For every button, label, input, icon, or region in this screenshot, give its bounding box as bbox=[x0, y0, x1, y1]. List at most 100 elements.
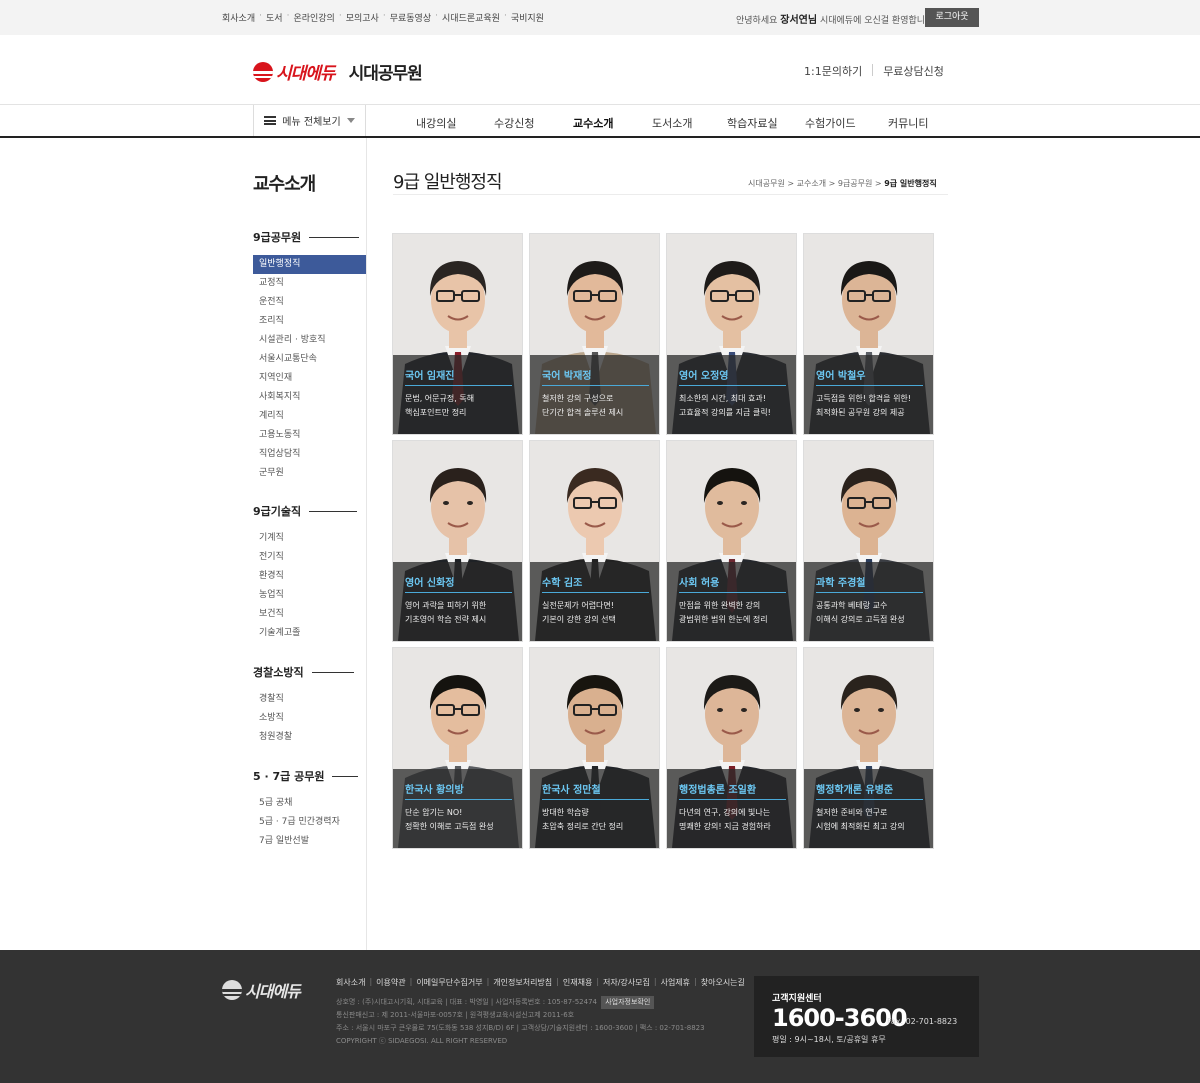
footer-logo-text: 시대에듀 bbox=[245, 982, 301, 1001]
sidebar-item[interactable]: 전기직 bbox=[253, 548, 366, 567]
sidebar-item[interactable]: 5급 공채 bbox=[253, 794, 366, 813]
utility-link[interactable]: 온라인강의 bbox=[293, 11, 334, 24]
professor-name[interactable]: 국어 임재진 bbox=[405, 367, 454, 382]
sidebar-group-line bbox=[311, 671, 354, 673]
footer-link[interactable]: 저자/강사모집 bbox=[603, 977, 650, 988]
footer-link[interactable]: 회사소개 bbox=[336, 977, 365, 988]
nav-course-registration[interactable]: 수강신청 bbox=[494, 115, 534, 131]
professor-name[interactable]: 과학 주경철 bbox=[816, 574, 865, 589]
professor-card[interactable]: 사회 허용 만점을 위한 완벽한 강의 광범위한 범위 한눈에 정리 bbox=[666, 440, 797, 642]
nav-books[interactable]: 도서소개 bbox=[652, 115, 692, 131]
sidebar-item[interactable]: 일반행정직 bbox=[253, 255, 366, 274]
nav-community[interactable]: 커뮤니티 bbox=[888, 115, 928, 131]
sidebar-item[interactable]: 경찰직 bbox=[253, 690, 366, 709]
sidebar-item[interactable]: 농업직 bbox=[253, 586, 366, 605]
utility-link[interactable]: 모의고사 bbox=[346, 11, 379, 24]
professor-card[interactable]: 한국사 정만철방대한 학습량 초압축 정리로 간단 정리 bbox=[529, 647, 660, 849]
utility-link[interactable]: 무료동영상 bbox=[390, 11, 431, 24]
professor-card[interactable]: 영어 신화정 영어 과락을 피하기 위한 기초영어 학습 전략 제시 bbox=[392, 440, 523, 642]
logout-button[interactable]: 로그아웃 bbox=[925, 8, 979, 27]
breadcrumb: 시대공무원 > 교수소개 > 9급공무원 > 9급 일반행정직 bbox=[748, 178, 937, 189]
breadcrumb-item[interactable]: 시대공무원 bbox=[748, 179, 785, 188]
sidebar-item[interactable]: 5급 · 7급 민간경력자 bbox=[253, 813, 366, 832]
utility-link[interactable]: 시대드론교육원 bbox=[442, 11, 500, 24]
utility-link[interactable]: 국비지원 bbox=[511, 11, 544, 24]
professor-caption: 영어 오정영 최소한의 시간, 최대 효과! 고효율적 강의를 지금 클릭! bbox=[667, 355, 796, 434]
customer-center-hours: 평일 : 9시~18시, 토/공휴일 휴무 bbox=[772, 1035, 886, 1044]
professor-card[interactable]: 행정법총론 조일환 다년의 연구, 강의에 빛나는 명쾌한 강의! 지금 경험하라 bbox=[666, 647, 797, 849]
sidebar-list: 경찰직 소방직 청원경찰 bbox=[253, 690, 366, 747]
footer-link[interactable]: 개인정보처리방침 bbox=[493, 977, 552, 988]
sidebar-group-label: 5 · 7급 공무원 bbox=[253, 770, 325, 783]
sidebar-item[interactable]: 사회복지직 bbox=[253, 388, 366, 407]
sidebar-item[interactable]: 고용노동직 bbox=[253, 426, 366, 445]
professor-card[interactable]: 영어 오정영 최소한의 시간, 최대 효과! 고효율적 강의를 지금 클릭! bbox=[666, 233, 797, 435]
professor-name[interactable]: 국어 박재정 bbox=[542, 367, 591, 382]
sidebar-item[interactable]: 시설관리 · 방호직 bbox=[253, 331, 366, 350]
professor-name[interactable]: 행정법총론 조일환 bbox=[679, 781, 756, 796]
professor-description: 단순 암기는 NO! 정확한 이해로 고득점 완성 bbox=[405, 808, 494, 831]
breadcrumb-item[interactable]: 9급공무원 bbox=[838, 179, 873, 188]
professor-name[interactable]: 한국사 정만철 bbox=[542, 781, 601, 796]
footer-link-separator: | bbox=[369, 977, 373, 986]
sidebar-item[interactable]: 청원경찰 bbox=[253, 728, 366, 747]
footer-link[interactable]: 인재채용 bbox=[563, 977, 592, 988]
business-info-badge[interactable]: 사업자정보확인 bbox=[601, 996, 655, 1009]
sidebar-item[interactable]: 보건직 bbox=[253, 605, 366, 624]
professor-name[interactable]: 영어 신화정 bbox=[405, 574, 454, 589]
nav-my-classroom[interactable]: 내강의실 bbox=[416, 115, 456, 131]
professor-name[interactable]: 행정학개론 유병준 bbox=[816, 781, 893, 796]
professor-name[interactable]: 한국사 황의방 bbox=[405, 781, 464, 796]
utility-link[interactable]: 도서 bbox=[266, 11, 283, 24]
professor-card[interactable]: 국어 임재진 문법, 어문규정, 독해 핵심포인트만 정리 bbox=[392, 233, 523, 435]
sidebar-item[interactable]: 서울시교통단속 bbox=[253, 350, 366, 369]
nav-professors[interactable]: 교수소개 bbox=[573, 115, 613, 131]
professor-name-rule bbox=[405, 799, 512, 800]
nav-exam-guide[interactable]: 수험가이드 bbox=[805, 115, 856, 131]
sidebar-item[interactable]: 계리직 bbox=[253, 407, 366, 426]
portrait-eye-right bbox=[741, 501, 747, 505]
sidebar-item[interactable]: 환경직 bbox=[253, 567, 366, 586]
sidebar-item[interactable]: 조리직 bbox=[253, 312, 366, 331]
footer-link-separator: | bbox=[694, 977, 697, 986]
professor-caption: 수학 김조 실전문제가 어렵다면! 기본이 강한 강의 선택 bbox=[530, 562, 659, 641]
breadcrumb-item[interactable]: 교수소개 bbox=[797, 179, 826, 188]
sidebar-item[interactable]: 운전직 bbox=[253, 293, 366, 312]
professor-name[interactable]: 영어 오정영 bbox=[679, 367, 728, 382]
professor-description: 방대한 학습량 초압축 정리로 간단 정리 bbox=[542, 808, 624, 831]
site-logo[interactable]: 시대에듀 시대공무원 bbox=[253, 59, 423, 84]
professor-card[interactable]: 행정학개론 유병준 철저한 준비와 연구로 시험에 최적화된 최고 강의 bbox=[803, 647, 934, 849]
footer-link[interactable]: 이메일무단수집거부 bbox=[416, 977, 482, 988]
professor-card[interactable]: 수학 김조 실전문제가 어렵다면! 기본이 강한 강의 선택 bbox=[529, 440, 660, 642]
sidebar-item[interactable]: 기계직 bbox=[253, 529, 366, 548]
footer-link[interactable]: 이용약관 bbox=[376, 977, 405, 988]
sidebar-item[interactable]: 직업상담직 bbox=[253, 445, 366, 464]
sidebar-item[interactable]: 7급 일반선발 bbox=[253, 832, 366, 851]
professor-card[interactable]: 국어 박재정 철저한 강의 구성으로 단기간 합격 솔루션 제시 bbox=[529, 233, 660, 435]
footer-link[interactable]: 찾아오시는길 bbox=[701, 977, 745, 988]
sidebar-item[interactable]: 지역인재 bbox=[253, 369, 366, 388]
footer-link[interactable]: 사업제휴 bbox=[661, 977, 690, 988]
consult-link[interactable]: 무료상담신청 bbox=[883, 63, 944, 79]
nav-study-materials[interactable]: 학습자료실 bbox=[727, 115, 778, 131]
professor-name-rule bbox=[542, 385, 649, 386]
professor-card[interactable]: 한국사 황의방단순 암기는 NO! 정확한 이해로 고득점 완성 bbox=[392, 647, 523, 849]
sidebar-item[interactable]: 교정직 bbox=[253, 274, 366, 293]
professor-name[interactable]: 수학 김조 bbox=[542, 574, 582, 589]
menu-all-button[interactable]: 메뉴 전체보기 bbox=[253, 105, 366, 136]
sidebar-item[interactable]: 군무원 bbox=[253, 464, 366, 483]
professor-card[interactable]: 영어 박철우 고득점을 위한! 합격을 위한! 최적화된 공무원 강의 제공 bbox=[803, 233, 934, 435]
professor-name[interactable]: 사회 허용 bbox=[679, 574, 719, 589]
professor-caption: 행정학개론 유병준 철저한 준비와 연구로 시험에 최적화된 최고 강의 bbox=[804, 769, 933, 848]
sidebar-item[interactable]: 기술계고졸 bbox=[253, 624, 366, 643]
sidebar-item[interactable]: 소방직 bbox=[253, 709, 366, 728]
sidebar-group-line bbox=[309, 510, 358, 512]
professor-card[interactable]: 과학 주경철 공통과학 베테랑 교수 이해식 강의로 고득점 완성 bbox=[803, 440, 934, 642]
inquiry-link[interactable]: 1:1문의하기 bbox=[804, 63, 862, 79]
company-info-line: 통신판매신고 : 제 2011-서울마포-0057호 | 원격평생교육시설신고제… bbox=[336, 1011, 575, 1019]
utility-link[interactable]: 회사소개 bbox=[222, 11, 255, 24]
sidebar-group-label: 9급기술직 bbox=[253, 505, 302, 518]
professor-name[interactable]: 영어 박철우 bbox=[816, 367, 865, 382]
portrait-eye-left bbox=[717, 708, 723, 712]
footer-logo[interactable]: 시대에듀 bbox=[222, 978, 301, 1002]
